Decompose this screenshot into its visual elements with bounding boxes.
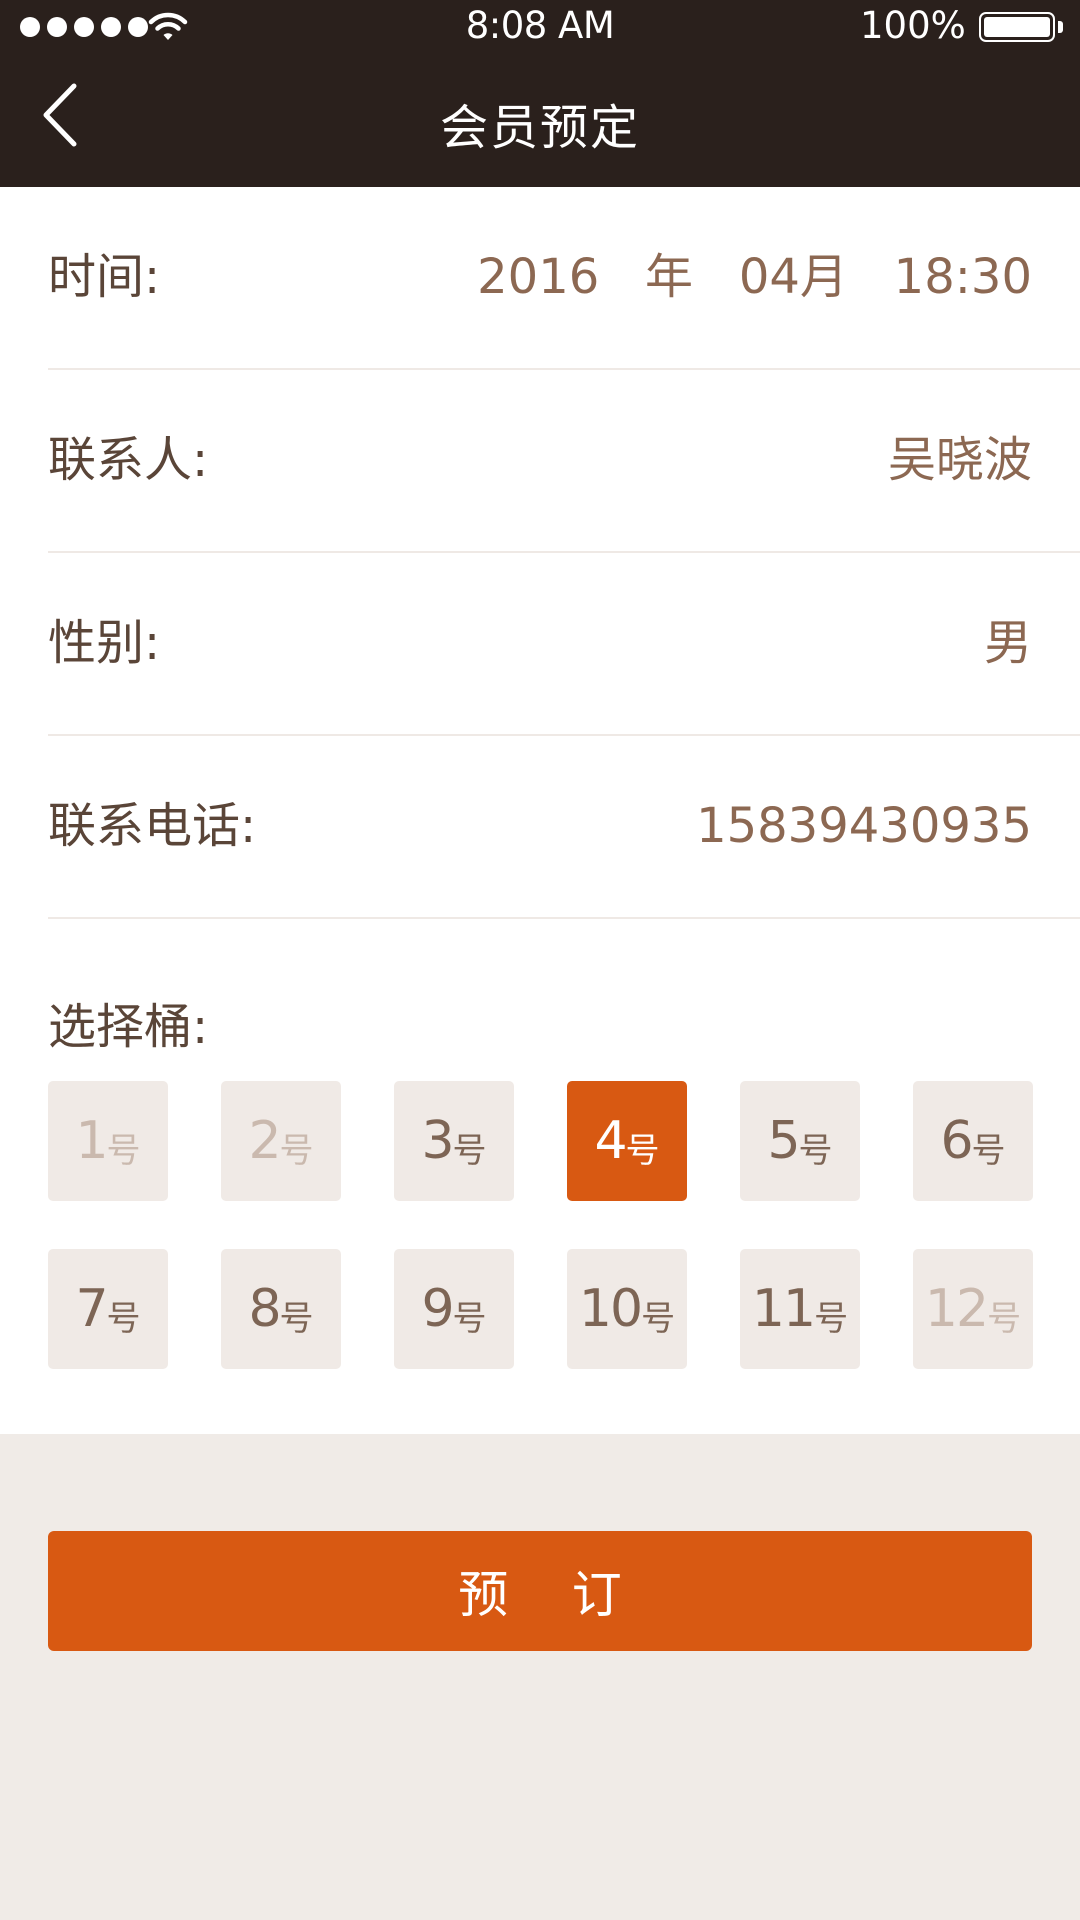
bucket-option-12[interactable]: 12 号 [913,1249,1033,1369]
bucket-unit: 号 [798,1130,833,1171]
bucket-option-8[interactable]: 8号 [221,1249,341,1369]
bucket-unit: 号 [987,1298,1022,1339]
bucket-number: 3 [421,1111,454,1171]
contact-value[interactable]: 吴晓波 [888,370,1032,551]
bucket-option-11[interactable]: 11 号 [740,1249,860,1369]
bucket-option-4[interactable]: 4号 [567,1081,687,1201]
page-title: 会员预定 [439,100,640,156]
contact-label: 联系人: [48,432,209,488]
gender-value[interactable]: 男 [984,553,1032,734]
header: 8:08 AM 100% 会员预定 [0,0,1080,187]
battery-icon [979,12,1055,42]
bucket-option-6[interactable]: 6号 [913,1081,1033,1201]
bucket-unit: 号 [279,1298,314,1339]
time-value[interactable]: 2016 年 04月 18:30 [477,187,1032,368]
bucket-number: 6 [940,1111,973,1171]
reservation-form: 时间: 2016 年 04月 18:30 联系人: 吴晓波 性别: 男 联系电话… [0,187,1080,1434]
bucket-option-3[interactable]: 3号 [394,1081,514,1201]
bucket-number: 8 [248,1279,281,1339]
bucket-number: 10 [578,1279,643,1339]
bucket-unit: 号 [452,1130,487,1171]
bucket-unit: 号 [106,1130,141,1171]
phone-row[interactable]: 联系电话: 15839430935 [48,736,1080,919]
bucket-number: 12 [924,1279,989,1339]
bucket-number: 1 [75,1111,108,1171]
bucket-number: 11 [751,1279,816,1339]
bucket-number: 2 [248,1111,281,1171]
bucket-option-5[interactable]: 5号 [740,1081,860,1201]
bucket-number: 4 [594,1111,627,1171]
phone-value[interactable]: 15839430935 [696,736,1032,917]
bucket-number: 9 [421,1279,454,1339]
status-bar: 8:08 AM 100% [0,0,1080,55]
bucket-unit: 号 [106,1298,141,1339]
bucket-unit: 号 [452,1298,487,1339]
bucket-unit: 号 [641,1298,676,1339]
bucket-option-9[interactable]: 9号 [394,1249,514,1369]
bucket-number: 7 [75,1279,108,1339]
bucket-option-10[interactable]: 10 号 [567,1249,687,1369]
time-label: 时间: [48,249,161,305]
phone-label: 联系电话: [48,798,257,854]
contact-row[interactable]: 联系人: 吴晓波 [48,370,1080,553]
battery-percentage: 100% [860,4,966,47]
time-row[interactable]: 时间: 2016 年 04月 18:30 [48,187,1080,370]
bucket-option-1[interactable]: 1号 [48,1081,168,1201]
bucket-unit: 号 [971,1130,1006,1171]
bucket-option-2[interactable]: 2号 [221,1081,341,1201]
gender-row[interactable]: 性别: 男 [48,553,1080,736]
bucket-number: 5 [767,1111,800,1171]
bucket-section-title: 选择桶: [48,999,209,1055]
bucket-unit: 号 [279,1130,314,1171]
bucket-unit: 号 [625,1130,660,1171]
gender-label: 性别: [48,615,161,671]
reserve-button[interactable]: 预 订 [48,1531,1032,1651]
bucket-option-7[interactable]: 7号 [48,1249,168,1369]
battery-tip [1058,21,1063,33]
bucket-unit: 号 [814,1298,849,1339]
